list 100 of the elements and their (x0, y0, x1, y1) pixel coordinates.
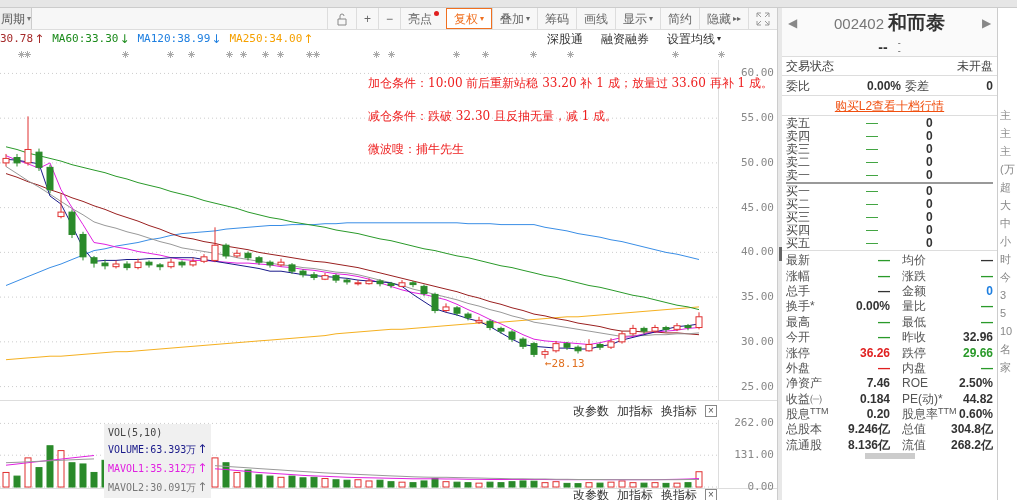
field-label: 最新 (786, 254, 811, 268)
field-label: 涨跌 (902, 269, 927, 283)
bar (508, 481, 516, 488)
bar (585, 482, 593, 488)
event-marker-icon[interactable] (18, 51, 25, 58)
indicator-action-button[interactable]: 改参数 (573, 489, 609, 500)
order-volume: 0 (926, 223, 933, 236)
close-button[interactable]: × (705, 404, 717, 417)
previous-stock-button[interactable]: ◀ (788, 14, 797, 32)
order-level-label: 卖四 (786, 130, 811, 143)
indicator-action-button[interactable]: 换指标 (661, 489, 697, 500)
period-dropdown[interactable]: 周期 ▾ (0, 8, 32, 29)
candlestick (365, 277, 373, 286)
event-marker-icon[interactable] (24, 51, 31, 58)
order-price: — (866, 168, 879, 181)
close-button[interactable]: × (705, 489, 717, 500)
order-volume: 0 (926, 117, 933, 130)
field-label: 总手 (786, 284, 811, 298)
chart-link[interactable]: 深股通 (547, 30, 583, 48)
bar (552, 481, 560, 488)
event-marker-icon[interactable] (373, 51, 380, 58)
order-price: — (866, 143, 879, 155)
field-label: 换手* (786, 300, 816, 314)
side-panel-label: 主 (1000, 144, 1012, 158)
field-label: ROE (902, 377, 929, 391)
candlestick (585, 338, 593, 353)
field-label: 净资产 (786, 377, 823, 391)
toolbar-button[interactable]: 简约 (660, 8, 699, 29)
event-marker-icon[interactable] (240, 51, 247, 58)
event-marker-icon[interactable] (388, 51, 395, 58)
l2-upgrade-link[interactable]: 购买L2查看十档行情 (834, 96, 945, 115)
splitter-handle[interactable] (778, 247, 782, 261)
event-marker-icon[interactable] (167, 51, 174, 58)
toolbar-button[interactable]: + (355, 8, 378, 29)
toolbar-button[interactable]: 画线 (576, 8, 615, 29)
collapse-handle[interactable] (864, 453, 915, 460)
field-value: — (878, 284, 890, 298)
event-marker-icon[interactable] (306, 51, 313, 58)
event-marker-icon[interactable] (122, 51, 129, 58)
annotation-text: 减仓条件：跌破 32.30 且反抽无量，减 1 成。 (368, 108, 618, 125)
side-panel-label: 超 (1000, 180, 1012, 194)
field-label: 昨收 (902, 331, 927, 345)
event-marker-icon[interactable] (262, 51, 269, 58)
indicator-action-button[interactable]: 加指标 (617, 401, 653, 420)
axis-label: 50.00 (740, 156, 774, 169)
toolbar-button[interactable]: − (378, 8, 400, 29)
event-marker-icon[interactable] (482, 51, 489, 58)
bar (607, 481, 615, 488)
trend-arrow: ↓ (211, 31, 222, 48)
candlestick (211, 226, 219, 263)
field-label: 量比 (902, 300, 927, 314)
indicator-action-button[interactable]: 加指标 (617, 489, 653, 500)
stock-name: 和而泰 (888, 10, 946, 35)
indicator-value: MAVOL2:30.091万 (108, 480, 197, 494)
field-value: 7.46 (866, 377, 890, 391)
bar (640, 482, 648, 488)
side-panel-label: (万 (1000, 162, 1016, 176)
event-marker-icon[interactable] (718, 51, 725, 58)
event-marker-icon[interactable] (672, 51, 679, 58)
field-value: 0 (986, 77, 993, 95)
bar (233, 471, 241, 488)
field-value: 304.8亿 (950, 423, 993, 437)
indicator-action-button[interactable]: 换指标 (661, 401, 697, 420)
bar (464, 482, 472, 488)
bar (343, 479, 351, 488)
toolbar-button[interactable]: 叠加 ▾ (492, 8, 537, 29)
candlestick (662, 325, 670, 333)
event-marker-icon[interactable] (188, 51, 195, 58)
chart-link[interactable]: 融资融券 (601, 30, 649, 48)
event-marker-icon[interactable] (453, 51, 460, 58)
event-marker-icon[interactable] (226, 51, 233, 58)
order-level-label: 买二 (786, 198, 811, 211)
toolbar-button[interactable]: 隐藏 ▸▸ (699, 8, 748, 29)
toolbar-button[interactable]: 筹码 (537, 8, 576, 29)
side-panel-label: 大 (1000, 198, 1012, 212)
bar (387, 481, 395, 488)
bar (684, 482, 692, 488)
bar (376, 479, 384, 488)
event-marker-icon[interactable] (567, 51, 574, 58)
toolbar-button[interactable]: 显示 ▾ (615, 8, 660, 29)
field-value: 0 (986, 284, 993, 298)
event-marker-icon[interactable] (277, 51, 284, 58)
padlock-icon (334, 11, 349, 26)
order-level-label: 卖二 (786, 155, 811, 168)
order-volume: 0 (926, 185, 933, 198)
ma-settings-dropdown[interactable]: 设置均线 ▾ (667, 30, 721, 48)
field-value: 32.96 (962, 331, 993, 345)
event-marker-icon[interactable] (313, 51, 320, 58)
event-marker-icon[interactable] (530, 51, 537, 58)
order-price: — (866, 210, 879, 223)
bar (46, 445, 54, 488)
field-value: 29.66 (962, 346, 993, 360)
next-stock-button[interactable]: ▶ (982, 14, 991, 32)
order-level-label: 卖一 (786, 168, 811, 181)
toolbar-button[interactable]: 复权 ▾ (446, 8, 492, 29)
bar (486, 481, 494, 488)
axis-label: 35.00 (740, 291, 774, 304)
indicator-action-button[interactable]: 改参数 (573, 401, 609, 420)
bar (420, 480, 428, 488)
percent-change: - (897, 47, 901, 55)
